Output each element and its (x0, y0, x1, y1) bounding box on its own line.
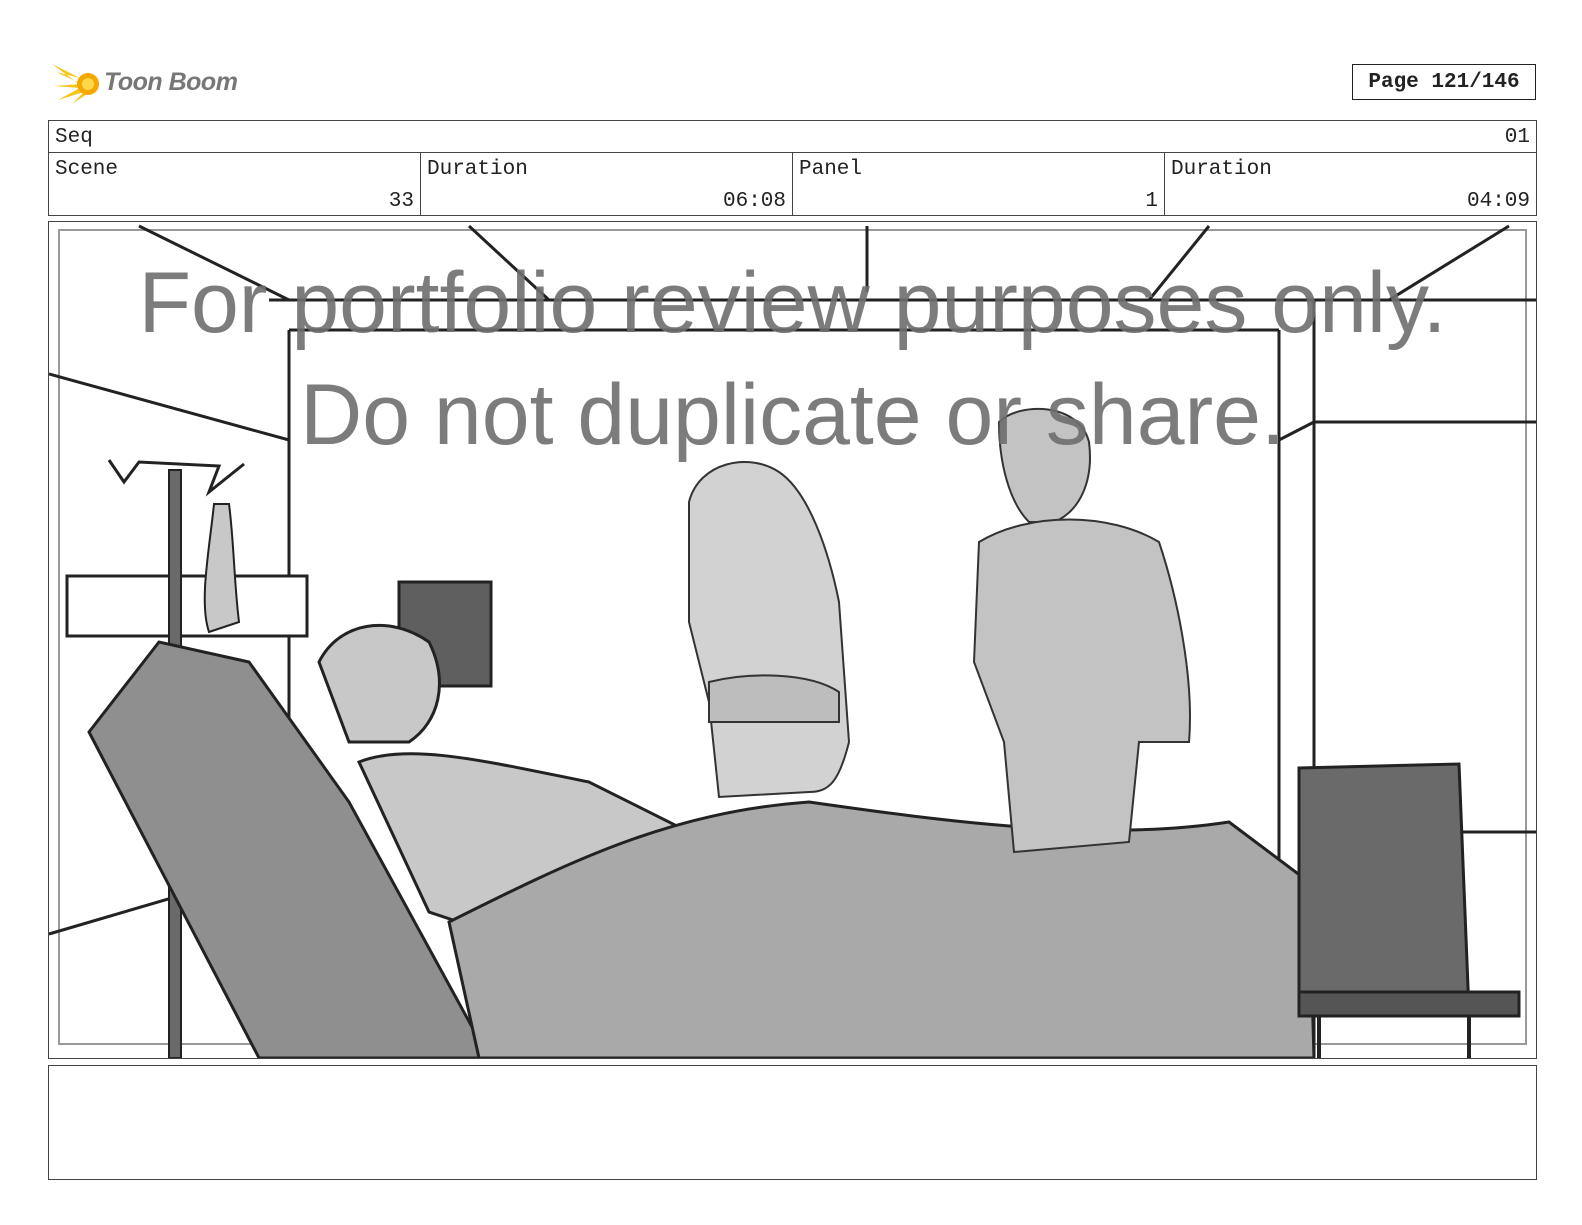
panel-label: Panel (799, 158, 863, 181)
scene-cell: Scene 33 (49, 153, 421, 215)
scene-duration-label: Duration (427, 158, 528, 181)
page-indicator: Page 121/146 (1352, 64, 1536, 100)
panel-duration-cell: Duration 04:09 (1165, 153, 1536, 215)
panel-duration-value: 04:09 (1466, 190, 1530, 213)
logo-text: Toon Boom (104, 67, 238, 96)
comet-icon (52, 64, 99, 104)
toon-boom-logo: Toon Boom (50, 56, 250, 108)
seq-label: Seq (55, 126, 93, 149)
panel-notes-box (48, 1065, 1537, 1180)
watermark-line-1: For portfolio review purposes only. (138, 255, 1447, 351)
scene-label: Scene (55, 158, 119, 181)
scene-duration-cell: Duration 06:08 (421, 153, 793, 215)
storyboard-panel: For portfolio review purposes only. Do n… (48, 221, 1537, 1059)
seq-row: Seq 01 (49, 121, 1536, 153)
scene-value: 33 (388, 190, 414, 213)
shot-info-table: Seq 01 Scene 33 Duration 06:08 Panel 1 D… (48, 120, 1537, 216)
panel-value: 1 (1145, 190, 1158, 213)
watermark-line-2: Do not duplicate or share. (300, 367, 1285, 463)
seq-value: 01 (1504, 126, 1530, 149)
scene-duration-value: 06:08 (722, 190, 786, 213)
panel-cell: Panel 1 (793, 153, 1165, 215)
panel-duration-label: Duration (1171, 158, 1272, 181)
